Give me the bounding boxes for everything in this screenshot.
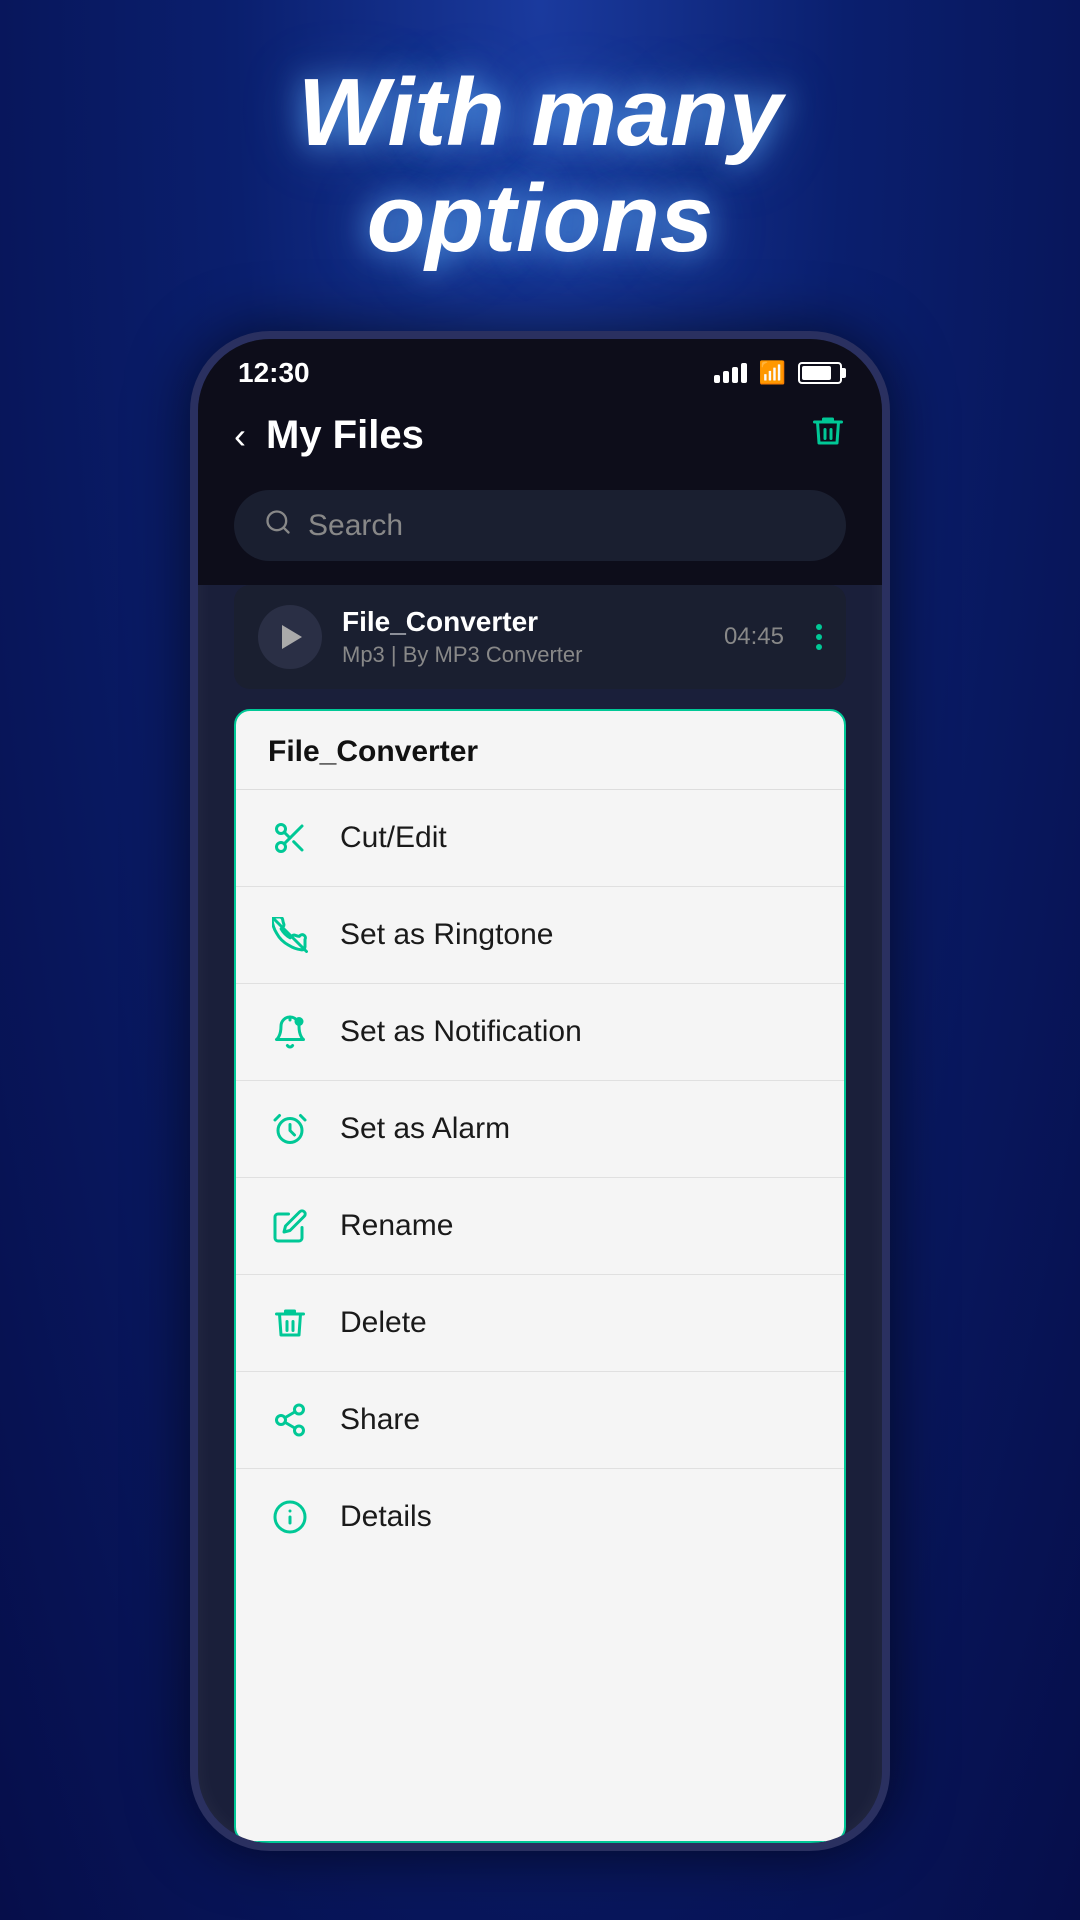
menu-item-share[interactable]: Share — [236, 1372, 844, 1469]
search-bar[interactable]: Search — [234, 490, 846, 561]
more-options-button[interactable] — [816, 624, 822, 650]
file-item[interactable]: File_Converter Mp3 | By MP3 Converter 04… — [234, 585, 846, 689]
pencil-icon — [268, 1204, 312, 1248]
signal-icon — [714, 363, 747, 383]
search-container: Search — [198, 474, 882, 585]
share-icon — [268, 1398, 312, 1442]
menu-label-share: Share — [340, 1403, 420, 1437]
page-title: My Files — [266, 413, 424, 458]
menu-label-set-notification: Set as Notification — [340, 1015, 582, 1049]
context-menu: File_Converter Cut/Edit — [234, 709, 846, 1843]
app-header: ‹ My Files — [198, 397, 882, 474]
battery-icon — [798, 362, 842, 384]
status-time: 12:30 — [238, 357, 310, 389]
file-info: File_Converter Mp3 | By MP3 Converter — [342, 606, 704, 668]
menu-item-set-ringtone[interactable]: Set as Ringtone — [236, 887, 844, 984]
trash-button[interactable] — [810, 413, 846, 458]
headline: With many options — [110, 60, 970, 271]
context-menu-title: File_Converter — [236, 711, 844, 790]
headline-line2: options — [367, 165, 714, 272]
menu-label-set-alarm: Set as Alarm — [340, 1112, 510, 1146]
headline-line1: With many — [298, 59, 783, 166]
search-icon — [264, 508, 292, 543]
file-name: File_Converter — [342, 606, 704, 638]
menu-label-details: Details — [340, 1500, 432, 1534]
menu-item-set-notification[interactable]: Set as Notification — [236, 984, 844, 1081]
menu-item-delete[interactable]: Delete — [236, 1275, 844, 1372]
back-button[interactable]: ‹ — [234, 415, 246, 457]
menu-item-rename[interactable]: Rename — [236, 1178, 844, 1275]
phone-frame: 12:30 📶 ‹ My Files — [190, 331, 890, 1851]
menu-item-details[interactable]: Details — [236, 1469, 844, 1565]
menu-item-set-alarm[interactable]: Set as Alarm — [236, 1081, 844, 1178]
play-icon — [282, 625, 302, 649]
info-icon — [268, 1495, 312, 1539]
menu-label-delete: Delete — [340, 1306, 427, 1340]
bell-icon — [268, 1010, 312, 1054]
menu-label-cut-edit: Cut/Edit — [340, 821, 447, 855]
ringtone-icon — [268, 913, 312, 957]
alarm-icon — [268, 1107, 312, 1151]
trash-icon — [268, 1301, 312, 1345]
menu-item-cut-edit[interactable]: Cut/Edit — [236, 790, 844, 887]
search-input[interactable]: Search — [308, 509, 403, 543]
status-bar: 12:30 📶 — [198, 339, 882, 397]
menu-label-set-ringtone: Set as Ringtone — [340, 918, 553, 952]
file-meta: Mp3 | By MP3 Converter — [342, 642, 704, 668]
scissors-icon — [268, 816, 312, 860]
status-icons: 📶 — [714, 360, 842, 386]
menu-label-rename: Rename — [340, 1209, 453, 1243]
file-duration: 04:45 — [724, 623, 784, 651]
wifi-icon: 📶 — [759, 360, 786, 386]
header-left: ‹ My Files — [234, 413, 424, 458]
play-button[interactable] — [258, 605, 322, 669]
